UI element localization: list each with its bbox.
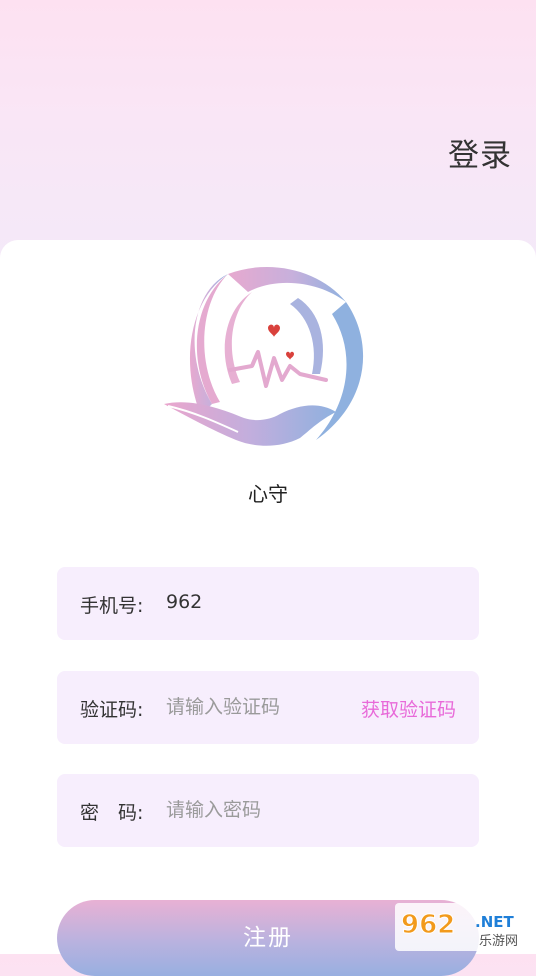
app-logo-icon xyxy=(164,266,364,446)
login-link[interactable]: 登录 xyxy=(448,130,512,175)
password-label: 密 码: xyxy=(80,802,144,824)
app-name: 心守 xyxy=(248,482,288,506)
phone-field[interactable]: 手机号: 962 xyxy=(57,567,479,640)
phone-label: 手机号: xyxy=(80,595,144,617)
watermark-number: 962 xyxy=(401,910,455,940)
get-code-button[interactable]: 获取验证码 xyxy=(361,695,456,722)
password-field[interactable]: 密 码: xyxy=(57,774,479,847)
watermark-subtitle: 乐游网 xyxy=(479,934,518,949)
password-input[interactable] xyxy=(166,794,346,826)
watermark-suffix: .NET xyxy=(475,913,514,931)
verification-code-label: 验证码: xyxy=(80,699,144,721)
phone-value[interactable]: 962 xyxy=(166,591,202,613)
watermark-logo: 962 .NET 乐游网 xyxy=(395,903,533,951)
top-bar: 登录 xyxy=(0,0,536,240)
verification-code-input[interactable] xyxy=(166,691,346,723)
verification-code-field[interactable]: 验证码: 获取验证码 xyxy=(57,671,479,744)
